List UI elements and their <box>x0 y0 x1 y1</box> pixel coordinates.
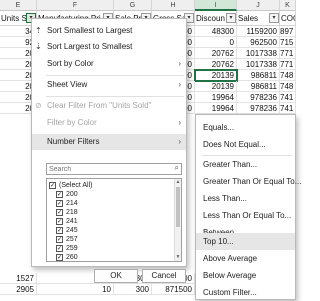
table-cell[interactable]: 986811 <box>237 81 280 92</box>
list-scrollbar[interactable]: ▲ ▼ <box>174 179 181 261</box>
menu-item-top-10[interactable]: Top 10... <box>196 233 295 250</box>
table-cell[interactable]: 20762 <box>195 59 237 70</box>
column-letter-i[interactable]: I <box>195 0 237 11</box>
table-cell[interactable]: 978236 <box>237 103 280 114</box>
menu-item-greater-than-or-equal[interactable]: Greater Than Or Equal To... <box>196 173 301 190</box>
number-filters-item[interactable]: Number Filters › <box>32 134 186 150</box>
menu-item-less-than[interactable]: Less Than... <box>196 190 295 207</box>
filter-search-box[interactable]: ⌕ <box>46 163 182 175</box>
checkbox[interactable]: ✓ <box>56 227 63 234</box>
checkbox[interactable]: ✓ <box>56 254 63 261</box>
column-letter-f[interactable]: F <box>37 0 114 11</box>
table-cell[interactable]: 897 <box>280 26 296 37</box>
column-letter-k[interactable]: K <box>280 0 296 11</box>
table-cell[interactable]: 978236 <box>237 92 280 103</box>
menu-item-label: Sort Largest to Smallest <box>47 42 133 51</box>
table-cell[interactable]: 748 <box>280 70 296 81</box>
table-cell[interactable]: 1159200 <box>237 26 280 37</box>
table-cell[interactable]: 748 <box>280 81 296 92</box>
table-cell[interactable]: 48300 <box>195 26 237 37</box>
table-cell[interactable]: 2905 <box>0 284 37 295</box>
table-cell[interactable]: 741 <box>280 92 296 103</box>
cancel-button[interactable]: Cancel <box>142 269 186 283</box>
sheet-view-item[interactable]: Sheet View › <box>32 77 186 93</box>
scroll-up-icon[interactable]: ▲ <box>175 179 181 185</box>
menu-item-above-average[interactable]: Above Average <box>196 250 295 267</box>
table-cell[interactable]: 741 <box>280 103 296 114</box>
menu-item-label: Sheet View <box>47 80 88 89</box>
checkbox[interactable]: ✓ <box>56 245 63 252</box>
scroll-down-icon[interactable]: ▼ <box>175 254 181 260</box>
table-cell[interactable]: 20139 <box>195 81 237 92</box>
ok-button[interactable]: OK <box>94 269 138 283</box>
sort-ascending-item[interactable]: ⇡ Sort Smallest to Largest <box>32 23 186 39</box>
menu-item-greater-than[interactable]: Greater Than... <box>196 156 295 173</box>
table-cell[interactable]: 771 <box>280 48 296 59</box>
table-cell[interactable]: 771 <box>280 59 296 70</box>
header-label: COG <box>281 14 295 23</box>
table-cell[interactable]: 19964 <box>195 103 237 114</box>
table-cell[interactable]: 10 <box>37 284 114 295</box>
number-filters-submenu: Equals... Does Not Equal... Greater Than… <box>195 114 301 301</box>
list-item-label: 260 <box>66 254 78 261</box>
sort-by-color-item[interactable]: Sort by Color › <box>32 56 186 72</box>
checkbox[interactable]: ✓ <box>49 182 56 189</box>
column-letter-h[interactable]: H <box>152 0 195 11</box>
chevron-right-icon: › <box>178 137 181 146</box>
header-cell[interactable]: COG <box>280 11 296 26</box>
filter-values-list: ✓ (Select All) ✓ 200 ✓ 214 ✓ 218 ✓ 241 ✓… <box>46 178 182 262</box>
table-cell[interactable]: 0 <box>195 37 237 48</box>
menu-item-custom-filter[interactable]: Custom Filter... <box>196 284 295 301</box>
sort-descending-item[interactable]: ⇣ Sort Largest to Smallest <box>32 39 186 55</box>
chevron-right-icon: › <box>178 59 181 68</box>
filter-dropdown-button[interactable]: ▾ <box>269 13 279 23</box>
menu-item-label: Number Filters <box>47 137 100 146</box>
menu-item-less-than-or-equal[interactable]: Less Than Or Equal To... <box>196 207 295 224</box>
table-cell[interactable]: 1017338 <box>237 59 280 70</box>
column-letter-j[interactable]: J <box>237 0 280 11</box>
autofilter-menu: ⇡ Sort Smallest to Largest ⇣ Sort Larges… <box>31 18 187 283</box>
filter-dropdown-button[interactable]: ▾ <box>226 13 236 23</box>
table-cell[interactable]: 300 <box>114 284 152 295</box>
checkbox[interactable]: ✓ <box>56 191 63 198</box>
clear-filter-icon: ⊘ <box>35 101 42 110</box>
menu-divider <box>46 75 184 76</box>
menu-item-label: Filter by Color <box>47 118 97 127</box>
menu-item-equals[interactable]: Equals... <box>196 119 295 136</box>
sort-descending-icon: ⇣ <box>35 42 42 51</box>
table-cell[interactable]: 20762 <box>195 48 237 59</box>
header-label: Sales <box>238 14 259 23</box>
search-icon: ⌕ <box>174 163 179 172</box>
table-cell[interactable]: 986811 <box>237 70 280 81</box>
clear-filter-item: ⊘ Clear Filter From "Units Sold" <box>32 98 186 114</box>
menu-divider <box>46 96 184 97</box>
menu-item-does-not-equal[interactable]: Does Not Equal... <box>196 136 295 153</box>
header-label: Discoun <box>196 14 225 23</box>
table-cell[interactable]: 962500 <box>237 37 280 48</box>
checkbox[interactable]: ✓ <box>56 236 63 243</box>
table-cell[interactable]: 1017338 <box>237 48 280 59</box>
column-letter-g[interactable]: G <box>114 0 152 11</box>
scrollbar-thumb[interactable] <box>176 187 180 227</box>
menu-item-label: Clear Filter From "Units Sold" <box>47 101 152 110</box>
checkbox[interactable]: ✓ <box>56 200 63 207</box>
chevron-right-icon: › <box>178 118 181 127</box>
sort-ascending-icon: ⇡ <box>35 26 42 35</box>
search-input[interactable] <box>47 164 167 174</box>
menu-item-below-average[interactable]: Below Average <box>196 267 295 284</box>
column-letter-e[interactable]: E <box>0 0 37 11</box>
active-cell[interactable]: 20139 <box>194 69 238 82</box>
column-letter-row: E F G H I J K <box>0 0 296 11</box>
checkbox[interactable]: ✓ <box>56 209 63 216</box>
chevron-right-icon: › <box>178 80 181 89</box>
table-cell[interactable]: 871500 <box>152 284 195 295</box>
checkbox[interactable]: ✓ <box>56 218 63 225</box>
table-cell[interactable]: 19964 <box>195 92 237 103</box>
table-cell[interactable]: 1527 <box>0 273 37 284</box>
list-item[interactable]: ✓ 260 <box>56 253 173 261</box>
menu-item-label: Sort Smallest to Largest <box>47 26 133 35</box>
menu-item-label: Sort by Color <box>47 59 94 68</box>
filter-by-color-item: Filter by Color › <box>32 115 186 131</box>
table-cell[interactable]: 715 <box>280 37 296 48</box>
